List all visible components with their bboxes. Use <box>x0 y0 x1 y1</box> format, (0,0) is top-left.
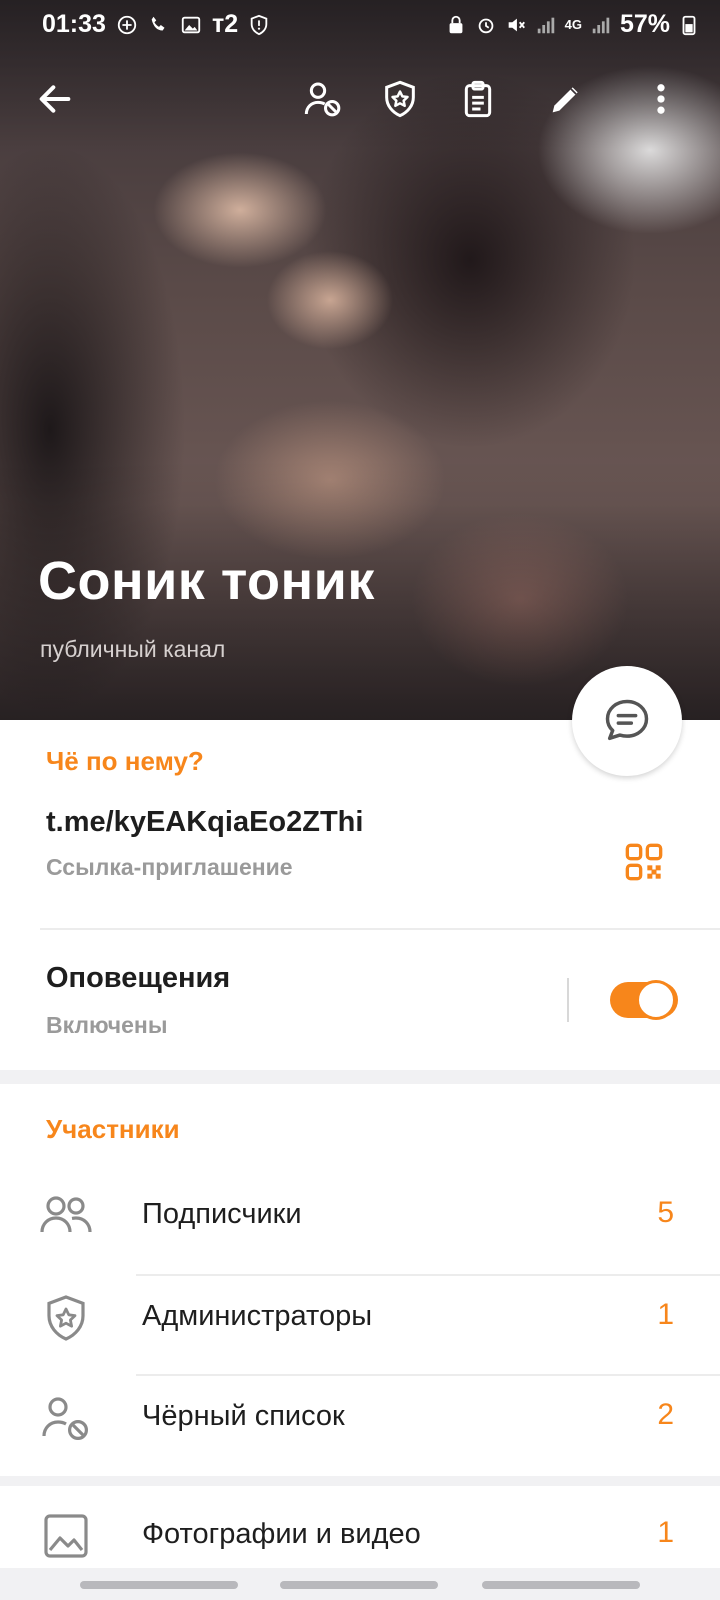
signal-icon <box>535 14 557 36</box>
members-section-title: Участники <box>46 1114 180 1144</box>
network-label: 4G <box>564 17 582 32</box>
mute-icon <box>505 14 527 36</box>
invite-link[interactable]: t.me/kyEAKqiaEo2ZThi <box>46 806 363 839</box>
signal-secondary-icon <box>590 14 612 36</box>
toggle-knob <box>636 980 676 1020</box>
status-bar: 01:33 т2 4G 57% <box>0 0 720 52</box>
clipboard-icon <box>464 80 492 118</box>
back-arrow-icon <box>39 85 71 113</box>
gallery-icon <box>180 14 202 36</box>
users-icon <box>40 1192 92 1240</box>
qr-code-icon <box>625 843 663 881</box>
alarm-icon <box>475 14 497 36</box>
qr-code-button[interactable] <box>624 842 664 882</box>
image-icon <box>40 1512 92 1560</box>
blacklist-button[interactable] <box>298 74 348 124</box>
list-item-label: Администраторы <box>142 1300 373 1332</box>
notifications-status: Включены <box>46 1012 168 1038</box>
notifications-title: Оповещения <box>46 962 231 994</box>
members-card: Участники Подписчики 5 Администраторы 1 … <box>0 1084 720 1476</box>
list-item-subscribers[interactable]: Подписчики 5 <box>0 1166 720 1266</box>
call-icon <box>148 14 170 36</box>
channel-type: публичный канал <box>40 636 226 662</box>
list-item-admins[interactable]: Администраторы 1 <box>0 1268 720 1368</box>
list-item-label: Чёрный список <box>142 1400 345 1432</box>
edit-button[interactable] <box>541 74 591 124</box>
location-icon <box>116 14 138 36</box>
nav-recents-handle[interactable] <box>80 1581 238 1589</box>
nav-back-handle[interactable] <box>482 1581 640 1589</box>
notifications-toggle[interactable] <box>610 980 678 1020</box>
carrier-label: т2 <box>211 10 239 38</box>
battery-percent: 57% <box>619 10 670 38</box>
list-item-label: Подписчики <box>142 1198 302 1230</box>
shield-star-icon <box>40 1294 92 1342</box>
nav-home-handle[interactable] <box>280 1581 438 1589</box>
channel-cover-photo[interactable]: 01:33 т2 4G 57% Соник тоник публичный ка… <box>0 0 720 720</box>
status-time: 01:33 <box>42 10 106 38</box>
more-button[interactable] <box>646 74 676 124</box>
info-section-title: Чё по нему? <box>46 746 204 776</box>
list-item-label: Фотографии и видео <box>142 1518 421 1550</box>
user-blocked-icon <box>304 82 341 117</box>
more-vertical-icon <box>657 84 665 114</box>
user-blocked-icon <box>40 1394 92 1442</box>
shield-star-icon <box>385 80 415 118</box>
pencil-icon <box>552 87 578 113</box>
list-item-count: 1 <box>657 1298 674 1331</box>
notifications-row[interactable]: Оповещения Включены <box>0 932 560 1062</box>
list-item-count: 5 <box>657 1196 674 1229</box>
lock-status-icon <box>445 14 467 36</box>
invite-link-caption: Ссылка-приглашение <box>46 854 293 880</box>
vertical-separator <box>567 978 569 1022</box>
list-item-count: 2 <box>657 1398 674 1431</box>
back-button[interactable] <box>30 74 80 124</box>
divider <box>40 928 720 930</box>
chat-bubble-icon <box>605 699 649 741</box>
report-button[interactable] <box>453 74 503 124</box>
open-chat-button[interactable] <box>572 666 682 776</box>
shield-status-icon <box>248 14 270 36</box>
list-item-blacklist[interactable]: Чёрный список 2 <box>0 1368 720 1468</box>
battery-icon <box>678 14 700 36</box>
system-nav-bar <box>0 1568 720 1600</box>
admins-button[interactable] <box>375 74 425 124</box>
list-item-count: 1 <box>657 1516 674 1549</box>
channel-title: Соник тоник <box>38 551 375 611</box>
invite-link-row[interactable]: t.me/kyEAKqiaEo2ZThi Ссылка-приглашение <box>0 790 720 900</box>
